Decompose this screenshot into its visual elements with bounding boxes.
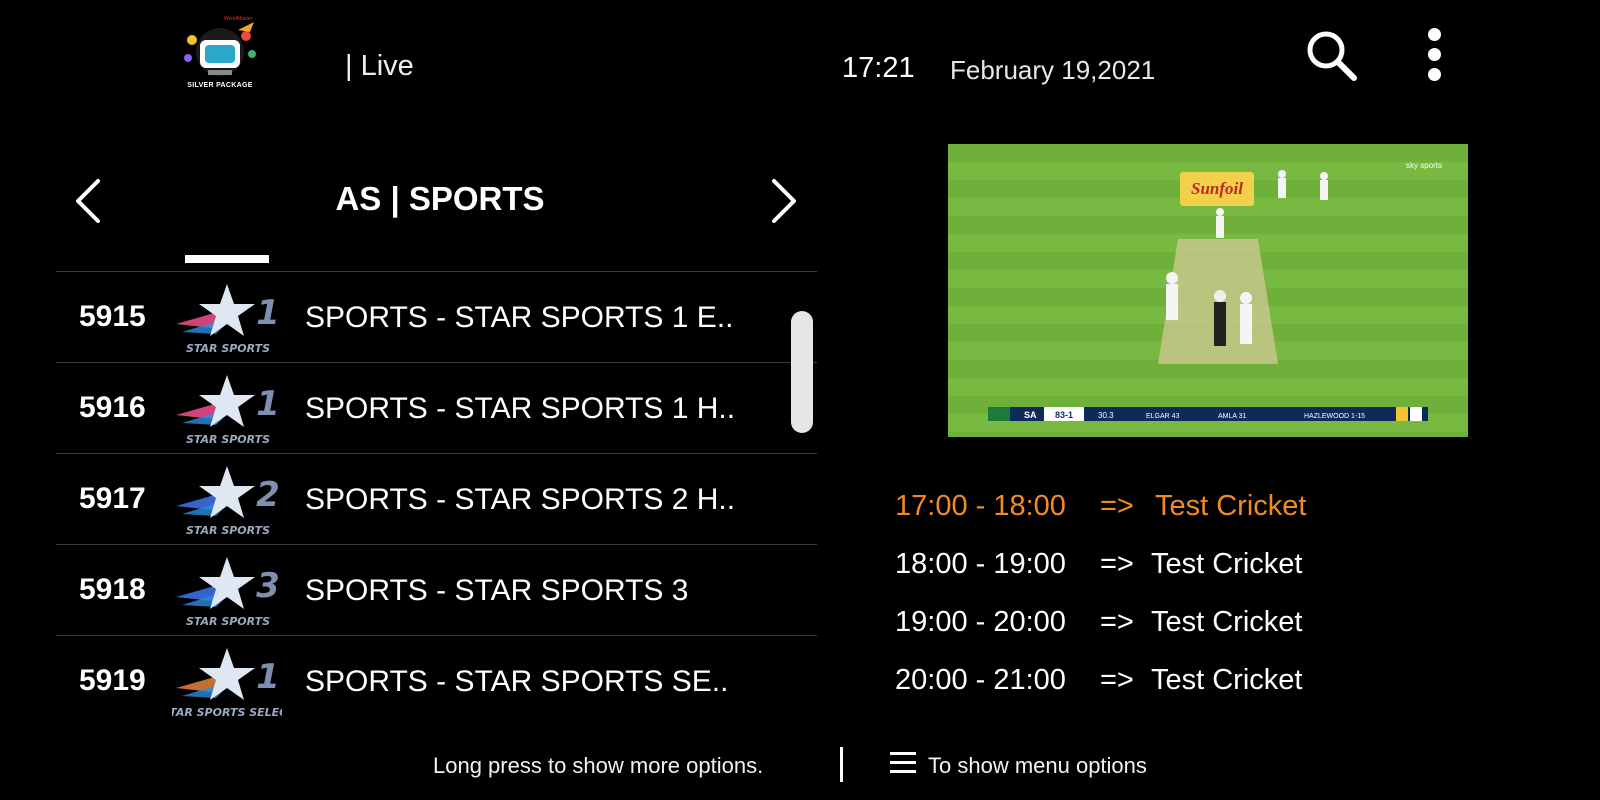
channel-name: SPORTS - STAR SPORTS 2 H.. — [305, 483, 736, 516]
epg-program: Test Cricket — [1151, 548, 1303, 580]
category-next-button[interactable] — [766, 177, 800, 225]
score-batter-1: ELGAR 43 — [1146, 413, 1180, 420]
channel-number: 5918 — [79, 573, 146, 606]
search-icon — [1307, 31, 1357, 81]
footer-divider — [840, 747, 843, 782]
cricket-broadcast-frame: Sunfoil sky sports SA 83-1 30.3 ELGAR 43… — [948, 144, 1468, 437]
more-vertical-icon — [1428, 28, 1441, 41]
channel-row[interactable]: 5918 3 STAR SPORTS SPORTS - STAR SPORTS 3 — [56, 544, 817, 635]
long-press-hint: Long press to show more options. — [433, 753, 764, 778]
channel-logo-digit: 2 — [256, 475, 280, 515]
epg-time: 18:00 - 19:00 — [895, 548, 1066, 580]
menu-hint: To show menu options — [928, 753, 1147, 778]
score-team: SA — [1024, 410, 1037, 420]
score-bowler: HAZLEWOOD 1-15 — [1304, 413, 1365, 420]
broadcaster-logo: sky sports — [1406, 161, 1442, 170]
channel-number: 5919 — [79, 664, 146, 697]
channel-logo-text: STAR SPORTS SELECT — [172, 706, 282, 719]
epg-program: Test Cricket — [1151, 606, 1303, 638]
logo-tag: WorldMaster — [224, 16, 253, 22]
chevron-right-icon — [772, 179, 796, 223]
channel-row[interactable]: 5919 1 STAR SPORTS SELECT SPORTS - STAR SPO… — [56, 635, 817, 726]
score-value: 83-1 — [1055, 410, 1073, 420]
logo-title: SILVER PACKAGE — [187, 82, 253, 89]
channel-logo-digit: 1 — [256, 384, 280, 424]
channel-logo-digit: 3 — [256, 566, 280, 606]
epg-arrow: => — [1100, 548, 1134, 580]
channel-row[interactable]: 5915 1 STAR SPORTS SPORTS - STAR SPORTS 1 E… — [56, 271, 817, 362]
search-button[interactable] — [1304, 28, 1358, 82]
channel-logo: 1 STAR SPORTS — [172, 369, 282, 449]
channel-logo: 3 STAR SPORTS — [172, 551, 282, 631]
video-preview[interactable]: Sunfoil sky sports SA 83-1 30.3 ELGAR 43… — [948, 144, 1468, 437]
category-title: AS | SPORTS — [335, 180, 545, 217]
list-scrollbar[interactable] — [791, 311, 813, 433]
channel-logo: 2 STAR SPORTS — [172, 460, 282, 540]
more-options-button[interactable] — [1421, 26, 1449, 84]
channel-logo-text: STAR SPORTS — [186, 524, 270, 537]
score-batter-2: AMLA 31 — [1218, 413, 1247, 420]
clock-time: 17:21 — [842, 52, 915, 84]
menu-icon[interactable] — [890, 752, 918, 776]
epg-time: 19:00 - 20:00 — [895, 606, 1066, 638]
section-title[interactable]: | Live — [345, 50, 414, 83]
channel-name: SPORTS - STAR SPORTS SE.. — [305, 665, 729, 698]
epg-arrow: => — [1100, 664, 1134, 696]
channel-logo-digit: 1 — [256, 293, 280, 333]
chevron-left-icon — [76, 179, 100, 223]
channel-list: 5915 1 STAR SPORTS SPORTS - STAR SPORTS 1 E… — [56, 271, 817, 726]
clock-date: February 19,2021 — [950, 55, 1156, 85]
channel-logo: 1 STAR SPORTS SELECT — [161, 642, 296, 722]
epg-time: 20:00 - 21:00 — [895, 664, 1066, 696]
channel-name: SPORTS - STAR SPORTS 1 E.. — [305, 301, 734, 334]
channel-row[interactable]: 5917 2 STAR SPORTS SPORTS - STAR SPORTS 2 H… — [56, 453, 817, 544]
sponsor-board: Sunfoil — [1191, 179, 1243, 198]
epg-time: 17:00 - 18:00 — [895, 490, 1066, 522]
channel-name: SPORTS - STAR SPORTS 3 — [305, 574, 689, 607]
channel-number: 5917 — [79, 482, 146, 515]
category-prev-button[interactable] — [72, 177, 106, 225]
channel-logo-digit: 1 — [256, 657, 280, 697]
epg-arrow: => — [1100, 490, 1134, 522]
channel-logo-text: STAR SPORTS — [186, 615, 270, 628]
channel-logo: 1 STAR SPORTS — [172, 278, 282, 358]
channel-number: 5915 — [79, 300, 146, 333]
epg-program: Test Cricket — [1155, 490, 1307, 522]
channel-logo-text: STAR SPORTS — [186, 342, 270, 355]
channel-row[interactable]: 5916 1 STAR SPORTS SPORTS - STAR SPORTS 1 H… — [56, 362, 817, 453]
channel-name: SPORTS - STAR SPORTS 1 H.. — [305, 392, 736, 425]
epg-program: Test Cricket — [1151, 664, 1303, 696]
channel-number: 5916 — [79, 391, 146, 424]
epg-arrow: => — [1100, 606, 1134, 638]
selected-item-indicator — [185, 255, 269, 263]
app-logo: WorldMaster SILVER PACKAGE — [168, 14, 272, 98]
channel-logo-text: STAR SPORTS — [186, 433, 270, 446]
score-overs: 30.3 — [1098, 411, 1114, 420]
